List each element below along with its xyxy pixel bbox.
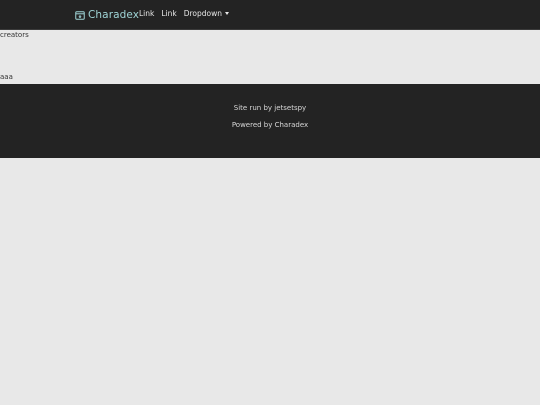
dropdown-toggle[interactable]: Dropdown (184, 9, 229, 18)
main-content: creators aaa (0, 30, 540, 84)
aaa-text: aaa (0, 73, 13, 81)
caret-down-icon (225, 12, 229, 15)
dropdown-label: Dropdown (183, 9, 222, 18)
brand-link[interactable]: Charadex (75, 7, 139, 23)
brand-label: Charadex (88, 9, 140, 21)
powered-by-text: Powered by Charadex (231, 121, 309, 129)
top-navbar: Charadex Link Link Dropdown (0, 0, 540, 30)
nav-link-1[interactable]: Link (139, 9, 154, 18)
box-icon (75, 10, 85, 20)
site-footer: Site run by jetsetspy Powered by Charade… (0, 84, 540, 158)
nav-link-2[interactable]: Link (161, 9, 176, 18)
nav-links: Link Link Dropdown (139, 9, 229, 18)
site-run-by-text: Site run by jetsetspy (233, 104, 307, 112)
creators-text: creators (0, 31, 29, 39)
